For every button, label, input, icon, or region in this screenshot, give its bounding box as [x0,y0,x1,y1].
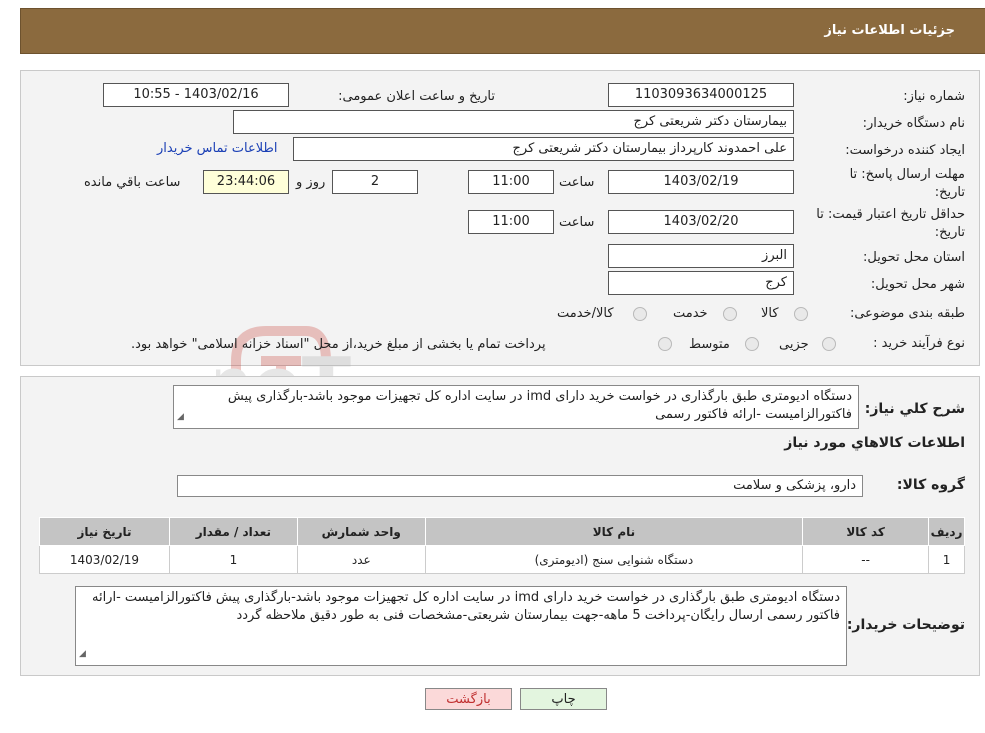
process-label: نوع فرآیند خرید : [873,336,965,351]
days-label: روز و [296,175,326,190]
category-radio-goods[interactable] [794,307,808,321]
col-goods-code: کد کالا [802,517,930,546]
goods-info-title: اطلاعات کالاهاي مورد نياز [784,435,965,451]
validity-label: حداقل تاریخ اعتبار قیمت: تا [816,207,965,222]
goods-group-field[interactable]: دارو، پزشکی و سلامت [177,475,863,497]
goods-table-header: رديف کد کالا نام کالا واحد شمارش تعداد /… [39,517,965,546]
cell-goods-name: دستگاه شنوایی سنج (ادیومتری) [424,545,804,574]
buyer-org-label: نام دستگاه خریدار: [862,116,965,131]
validity-date-field[interactable]: 1403/02/20 [608,210,794,234]
buyer-notes-textarea[interactable]: دستگاه ادیومتری طبق بارگذاری در خواست خر… [75,586,847,666]
print-button[interactable]: چاپ [520,688,607,710]
category-radio-goods-service[interactable] [633,307,647,321]
back-button[interactable]: بازگشت [425,688,512,710]
remaining-time-field[interactable]: 23:44:06 [203,170,289,194]
col-unit: واحد شمارش [296,517,426,546]
need-number-field[interactable]: 1103093634000125 [608,83,794,107]
days-field[interactable]: 2 [332,170,418,194]
requester-label: ایجاد کننده درخواست: [845,143,965,158]
category-label: طبقه بندی موضوعی: [849,306,965,321]
city-label: شهر محل تحویل: [870,277,965,292]
announce-label: تاریخ و ساعت اعلان عمومی: [338,89,495,104]
resize-grip-icon[interactable]: ◢ [177,408,184,426]
col-quantity: تعداد / مقدار [168,517,298,546]
goods-details-panel: شرح کلي نياز: دستگاه ادیومتری طبق بارگذا… [20,376,980,676]
category-option-goods: کالا [761,306,779,321]
cell-need-date: 1403/02/19 [39,545,170,574]
summary-text: دستگاه ادیومتری طبق بارگذاری در خواست خر… [227,389,852,422]
col-row-number: رديف [928,517,965,546]
deadline-time-label: ساعت [559,175,595,190]
announce-datetime-field[interactable]: 1403/02/16 - 10:55 [103,83,289,107]
deadline-date-field[interactable]: 1403/02/19 [608,170,794,194]
process-checkbox-treasury[interactable] [658,337,672,351]
goods-group-label: گروه کالا: [896,477,965,493]
cell-row-number: 1 [928,545,965,574]
table-row[interactable]: 1 -- دستگاه شنوایی سنج (ادیومتری) عدد 1 … [39,545,965,574]
validity-label-date: تاریخ: [934,225,965,240]
buyer-contact-link[interactable]: اطلاعات تماس خریدار [157,141,277,156]
validity-time-label: ساعت [559,215,595,230]
province-label: استان محل تحویل: [863,250,965,265]
need-info-panel: AriaTender.neT شماره نیاز: 1103093634000… [20,70,980,441]
goods-table: رديف کد کالا نام کالا واحد شمارش تعداد /… [39,517,965,574]
buyer-notes-text: دستگاه ادیومتری طبق بارگذاری در خواست خر… [91,590,840,623]
cell-unit: عدد [296,545,426,574]
cell-goods-code: -- [802,545,930,574]
city-field[interactable]: کرج [608,271,794,295]
province-field[interactable]: البرز [608,244,794,268]
buyer-notes-label: توضیحات خریدار: [846,617,965,633]
process-treasury-note: پرداخت تمام یا بخشی از مبلغ خرید،از محل … [131,337,546,352]
cell-quantity: 1 [168,545,298,574]
requester-field[interactable]: علی احمدوند کارپرداز بیمارستان دکتر شریع… [293,137,794,161]
col-need-date: تاریخ نیاز [39,517,170,546]
deadline-time-field[interactable]: 11:00 [468,170,554,194]
process-option-minor: جزیی [779,337,809,352]
summary-label: شرح کلي نياز: [864,401,965,417]
summary-textarea[interactable]: دستگاه ادیومتری طبق بارگذاری در خواست خر… [173,385,859,429]
deadline-label-date: تاریخ: [934,185,965,200]
remaining-label: ساعت باقي مانده [84,175,181,190]
category-option-goods-service: کالا/خدمت [557,306,614,321]
validity-time-field[interactable]: 11:00 [468,210,554,234]
col-goods-name: نام کالا [424,517,804,546]
buyer-org-field[interactable]: بیمارستان دکتر شریعتی کرج [233,110,794,134]
process-radio-medium[interactable] [745,337,759,351]
category-radio-service[interactable] [723,307,737,321]
resize-grip-icon[interactable]: ◢ [79,645,86,663]
process-option-medium: متوسط [689,337,730,352]
need-number-label: شماره نیاز: [903,89,965,104]
category-option-service: خدمت [673,306,708,321]
page-title: جزئیات اطلاعات نیاز [824,23,955,38]
process-radio-minor[interactable] [822,337,836,351]
page-header: جزئیات اطلاعات نیاز [20,8,985,54]
deadline-label: مهلت ارسال پاسخ: تا [849,167,965,182]
